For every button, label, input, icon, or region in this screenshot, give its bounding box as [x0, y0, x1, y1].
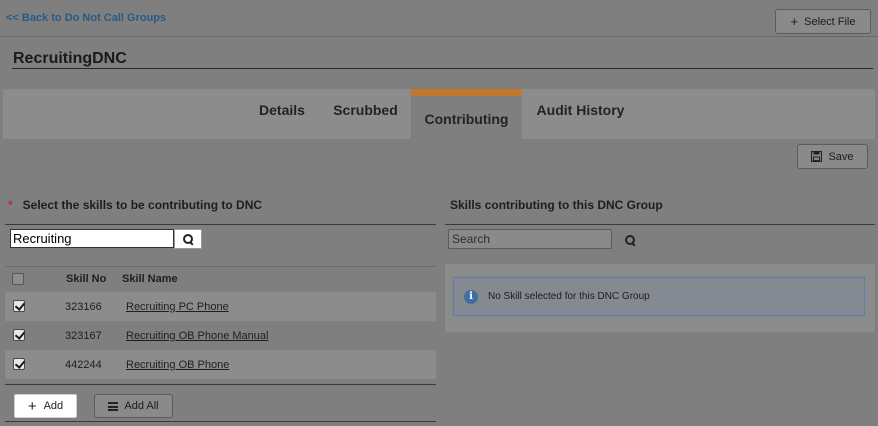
contributing-search-input[interactable] [448, 229, 612, 249]
row-checkbox-box [13, 358, 25, 370]
tab-contributing[interactable]: Contributing [411, 89, 522, 139]
required-marker: * [8, 198, 13, 212]
info-icon: i [464, 289, 478, 304]
add-all-label: Add All [124, 400, 159, 412]
skill-search-button[interactable] [174, 229, 202, 249]
row-checkbox[interactable] [13, 329, 25, 341]
column-skill-no: Skill No [66, 273, 107, 285]
right-heading-divider [445, 224, 875, 225]
tab-scrubbed[interactable]: Scrubbed [328, 85, 403, 135]
add-label: Add [43, 400, 64, 412]
right-panel-heading: Skills contributing to this DNC Group [450, 198, 663, 212]
skill-no-cell: 323166 [65, 301, 102, 313]
tab-bar: Details Scrubbed Contributing Audit Hist… [3, 89, 875, 139]
table-row: 323167 Recruiting OB Phone Manual [5, 321, 436, 350]
column-skill-name: Skill Name [122, 273, 178, 285]
skill-search-input[interactable] [10, 229, 174, 248]
select-all-checkbox-box [12, 273, 24, 285]
buttons-bottom-divider [5, 421, 436, 422]
back-to-dnc-groups-link[interactable]: << Back to Do Not Call Groups [6, 12, 166, 24]
select-file-button[interactable]: + Select File [775, 9, 871, 34]
tab-details[interactable]: Details [243, 85, 321, 135]
skill-name-link[interactable]: Recruiting OB Phone Manual [126, 330, 268, 342]
table-row: 442244 Recruiting OB Phone [5, 350, 436, 379]
skills-table-header: Skill No Skill Name [5, 267, 436, 291]
save-icon [811, 151, 823, 162]
list-icon [108, 401, 119, 411]
select-file-label: Select File [804, 15, 856, 28]
contributing-skills-panel: i No Skill selected for this DNC Group [445, 264, 875, 332]
save-button[interactable]: Save [797, 144, 868, 169]
title-underline [12, 68, 873, 69]
add-all-button[interactable]: Add All [94, 394, 173, 418]
skill-name-link[interactable]: Recruiting PC Phone [126, 301, 229, 313]
left-heading-divider [5, 224, 436, 225]
row-checkbox[interactable] [13, 358, 25, 370]
table-bottom-divider [5, 384, 436, 385]
row-checkbox-box [13, 300, 25, 312]
tab-audit-history[interactable]: Audit History [528, 85, 633, 135]
select-all-checkbox[interactable] [12, 273, 24, 285]
skill-name-link[interactable]: Recruiting OB Phone [126, 359, 229, 371]
left-panel-heading: * Select the skills to be contributing to… [8, 198, 262, 212]
plus-icon: + [790, 14, 799, 29]
plus-icon: + [27, 397, 37, 415]
top-divider [0, 36, 878, 37]
search-icon [182, 233, 194, 245]
skill-no-cell: 323167 [65, 330, 102, 342]
left-panel-heading-text: Select the skills to be contributing to … [22, 198, 263, 212]
contributing-search-button[interactable] [622, 232, 638, 248]
search-icon [624, 234, 636, 246]
row-checkbox-box [13, 329, 25, 341]
row-checkbox[interactable] [13, 300, 25, 312]
skill-no-cell: 442244 [65, 359, 102, 371]
empty-state-message: i No Skill selected for this DNC Group [453, 277, 865, 316]
add-button[interactable]: + Add [14, 394, 77, 418]
page-title: RecruitingDNC [13, 50, 127, 67]
save-label: Save [828, 150, 854, 163]
table-row: 323166 Recruiting PC Phone [5, 292, 436, 321]
empty-state-text: No Skill selected for this DNC Group [488, 291, 650, 302]
